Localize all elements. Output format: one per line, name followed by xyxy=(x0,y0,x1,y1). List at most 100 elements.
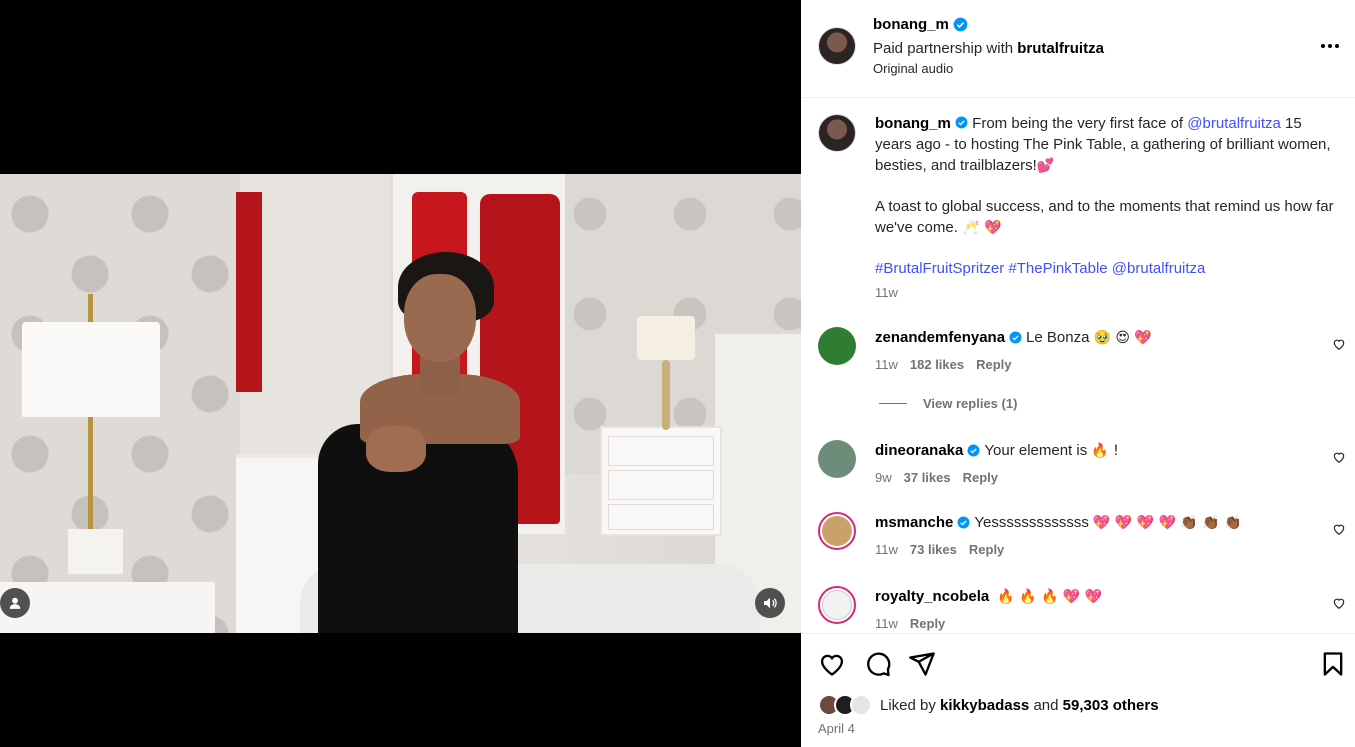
nightstand-drawer xyxy=(608,504,714,530)
like-comment-heart-icon[interactable] xyxy=(1332,337,1346,351)
hashtag-mention[interactable]: @brutalfruitza xyxy=(1112,260,1206,277)
share-icon[interactable] xyxy=(908,650,936,678)
audio-link[interactable]: Original audio xyxy=(873,61,953,76)
mute-button[interactable] xyxy=(755,588,785,618)
comment-emoji: 🔥 🔥 🔥 💖 💖 xyxy=(997,588,1103,605)
comment-item: zenandemfenyana Le Bonza 🥹 😍 💖 11w 182 l… xyxy=(801,327,1355,397)
user-tag-icon xyxy=(9,597,21,609)
commenter-avatar-story-ring[interactable] xyxy=(818,586,856,624)
comment-time: 11w xyxy=(875,542,898,557)
comment-text-row: msmanche Yesssssssssssss 💖 💖 💖 💖 👏🏾 👏🏾 👏… xyxy=(875,514,1242,531)
likes-summary: Liked by kikkybadass and 59,303 others xyxy=(818,694,1159,716)
more-icon-dot xyxy=(1328,44,1332,48)
bookmark-icon[interactable] xyxy=(1319,650,1347,678)
comment-icon[interactable] xyxy=(864,650,892,678)
more-icon xyxy=(1321,44,1325,48)
post-date[interactable]: April 4 xyxy=(818,721,855,736)
comment-text: Le Bonza xyxy=(1026,329,1090,346)
commenter-avatar-story-ring[interactable] xyxy=(818,512,856,550)
more-options-button[interactable] xyxy=(1315,36,1345,56)
user-tag-button[interactable] xyxy=(0,588,30,618)
comment-text-row: zenandemfenyana Le Bonza 🥹 😍 💖 xyxy=(875,329,1152,346)
author-name-row: bonang_m xyxy=(873,16,968,33)
caption-author-avatar[interactable] xyxy=(818,114,856,152)
comment-text: Yesssssssssssss xyxy=(974,514,1089,531)
video-scene-curtain xyxy=(236,192,262,392)
more-icon-dot xyxy=(1335,44,1339,48)
comment-reply-button[interactable]: Reply xyxy=(963,470,998,485)
comment-likes[interactable]: 182 likes xyxy=(910,357,964,372)
comment-emoji: 🥹 😍 💖 xyxy=(1093,329,1152,346)
caption-username[interactable]: bonang_m xyxy=(875,115,951,132)
author-avatar[interactable] xyxy=(818,27,856,65)
caption-mention[interactable]: @brutalfruitza xyxy=(1187,115,1281,132)
instagram-post-modal: bonang_m Paid partnership with brutalfru… xyxy=(0,0,1355,747)
heart-icon[interactable] xyxy=(818,650,846,678)
hashtag-brutalfruitspritzer[interactable]: #BrutalFruitSpritzer xyxy=(875,260,1004,277)
view-replies-label: View replies (1) xyxy=(923,396,1018,411)
verified-icon xyxy=(1009,331,1022,344)
partner-link[interactable]: brutalfruitza xyxy=(1017,40,1104,57)
post-actions-bar xyxy=(801,633,1355,693)
like-comment-heart-icon[interactable] xyxy=(1332,596,1346,610)
comment-time: 11w xyxy=(875,357,898,372)
comment-text: Your element is xyxy=(984,442,1088,459)
hashtag-thepinktable[interactable]: #ThePinkTable xyxy=(1008,260,1107,277)
caption-emoji-2: 🥂 💖 xyxy=(962,220,1002,236)
likes-prefix: Liked by xyxy=(880,696,941,714)
comment-item: msmanche Yesssssssssssss 💖 💖 💖 💖 👏🏾 👏🏾 👏… xyxy=(801,512,1355,582)
commenter-avatar xyxy=(822,590,852,620)
view-replies-button[interactable]: View replies (1) xyxy=(879,396,1017,411)
nightstand-drawer xyxy=(608,470,714,500)
comment-reply-button[interactable]: Reply xyxy=(976,357,1011,372)
view-replies-line xyxy=(879,403,907,404)
liker-avatar xyxy=(850,694,872,716)
video-scene-nightstand xyxy=(600,426,722,536)
verified-icon xyxy=(955,116,968,129)
comment-meta: 11w 182 likes Reply xyxy=(875,357,1012,372)
like-comment-heart-icon[interactable] xyxy=(1332,522,1346,536)
caption-text-2: A toast to global success, and to the mo… xyxy=(875,198,1334,236)
comment-time: 9w xyxy=(875,470,892,485)
comment-reply-button[interactable]: Reply xyxy=(910,616,945,631)
video-scene-lamp-base xyxy=(662,360,670,430)
nightstand-drawer xyxy=(608,436,714,466)
video-scene-person-face xyxy=(404,274,476,362)
mute-icon xyxy=(764,597,777,609)
commenter-avatar xyxy=(822,516,852,546)
verified-icon xyxy=(953,17,968,32)
commenter-username[interactable]: dineoranaka xyxy=(875,442,963,459)
post-header: bonang_m Paid partnership with brutalfru… xyxy=(801,0,1355,98)
liker-username[interactable]: kikkybadass xyxy=(940,697,1029,714)
comment-meta: 9w 37 likes Reply xyxy=(875,470,998,485)
video-scene-side-table xyxy=(0,582,215,633)
post-video[interactable] xyxy=(0,174,801,633)
video-scene-lamp-shade xyxy=(637,316,695,360)
comment-likes[interactable]: 37 likes xyxy=(904,470,951,485)
video-scene-floor-lamp-shade xyxy=(22,322,160,417)
commenter-avatar[interactable] xyxy=(818,327,856,365)
comment-item: dineoranaka Your element is 🔥 ! 9w 37 li… xyxy=(801,440,1355,510)
video-scene-floor-lamp-base xyxy=(68,529,123,574)
caption-text-1a: From being the very first face of xyxy=(968,115,1188,132)
commenter-username[interactable]: zenandemfenyana xyxy=(875,329,1005,346)
verified-icon xyxy=(957,516,970,529)
likes-text: Liked by kikkybadass and 59,303 others xyxy=(880,697,1159,714)
comment-meta: 11w Reply xyxy=(875,616,945,631)
author-username[interactable]: bonang_m xyxy=(873,16,949,33)
comment-text-row: dineoranaka Your element is 🔥 ! xyxy=(875,442,1119,459)
media-area xyxy=(0,0,801,747)
comments-feed[interactable]: bonang_m From being the very first face … xyxy=(801,99,1355,633)
like-comment-heart-icon[interactable] xyxy=(1332,450,1346,464)
commenter-username[interactable]: royalty_ncobela xyxy=(875,588,989,605)
comment-text-row: royalty_ncobela 🔥 🔥 🔥 💖 💖 xyxy=(875,588,1102,605)
likes-count[interactable]: 59,303 others xyxy=(1063,697,1159,714)
comment-emoji: 🔥 ! xyxy=(1091,442,1119,459)
comment-likes[interactable]: 73 likes xyxy=(910,542,957,557)
commenter-avatar[interactable] xyxy=(818,440,856,478)
caption-time: 11w xyxy=(875,285,898,300)
comment-reply-button[interactable]: Reply xyxy=(969,542,1004,557)
comment-meta: 11w 73 likes Reply xyxy=(875,542,1004,557)
commenter-username[interactable]: msmanche xyxy=(875,514,953,531)
post-side-panel: bonang_m Paid partnership with brutalfru… xyxy=(801,0,1355,747)
